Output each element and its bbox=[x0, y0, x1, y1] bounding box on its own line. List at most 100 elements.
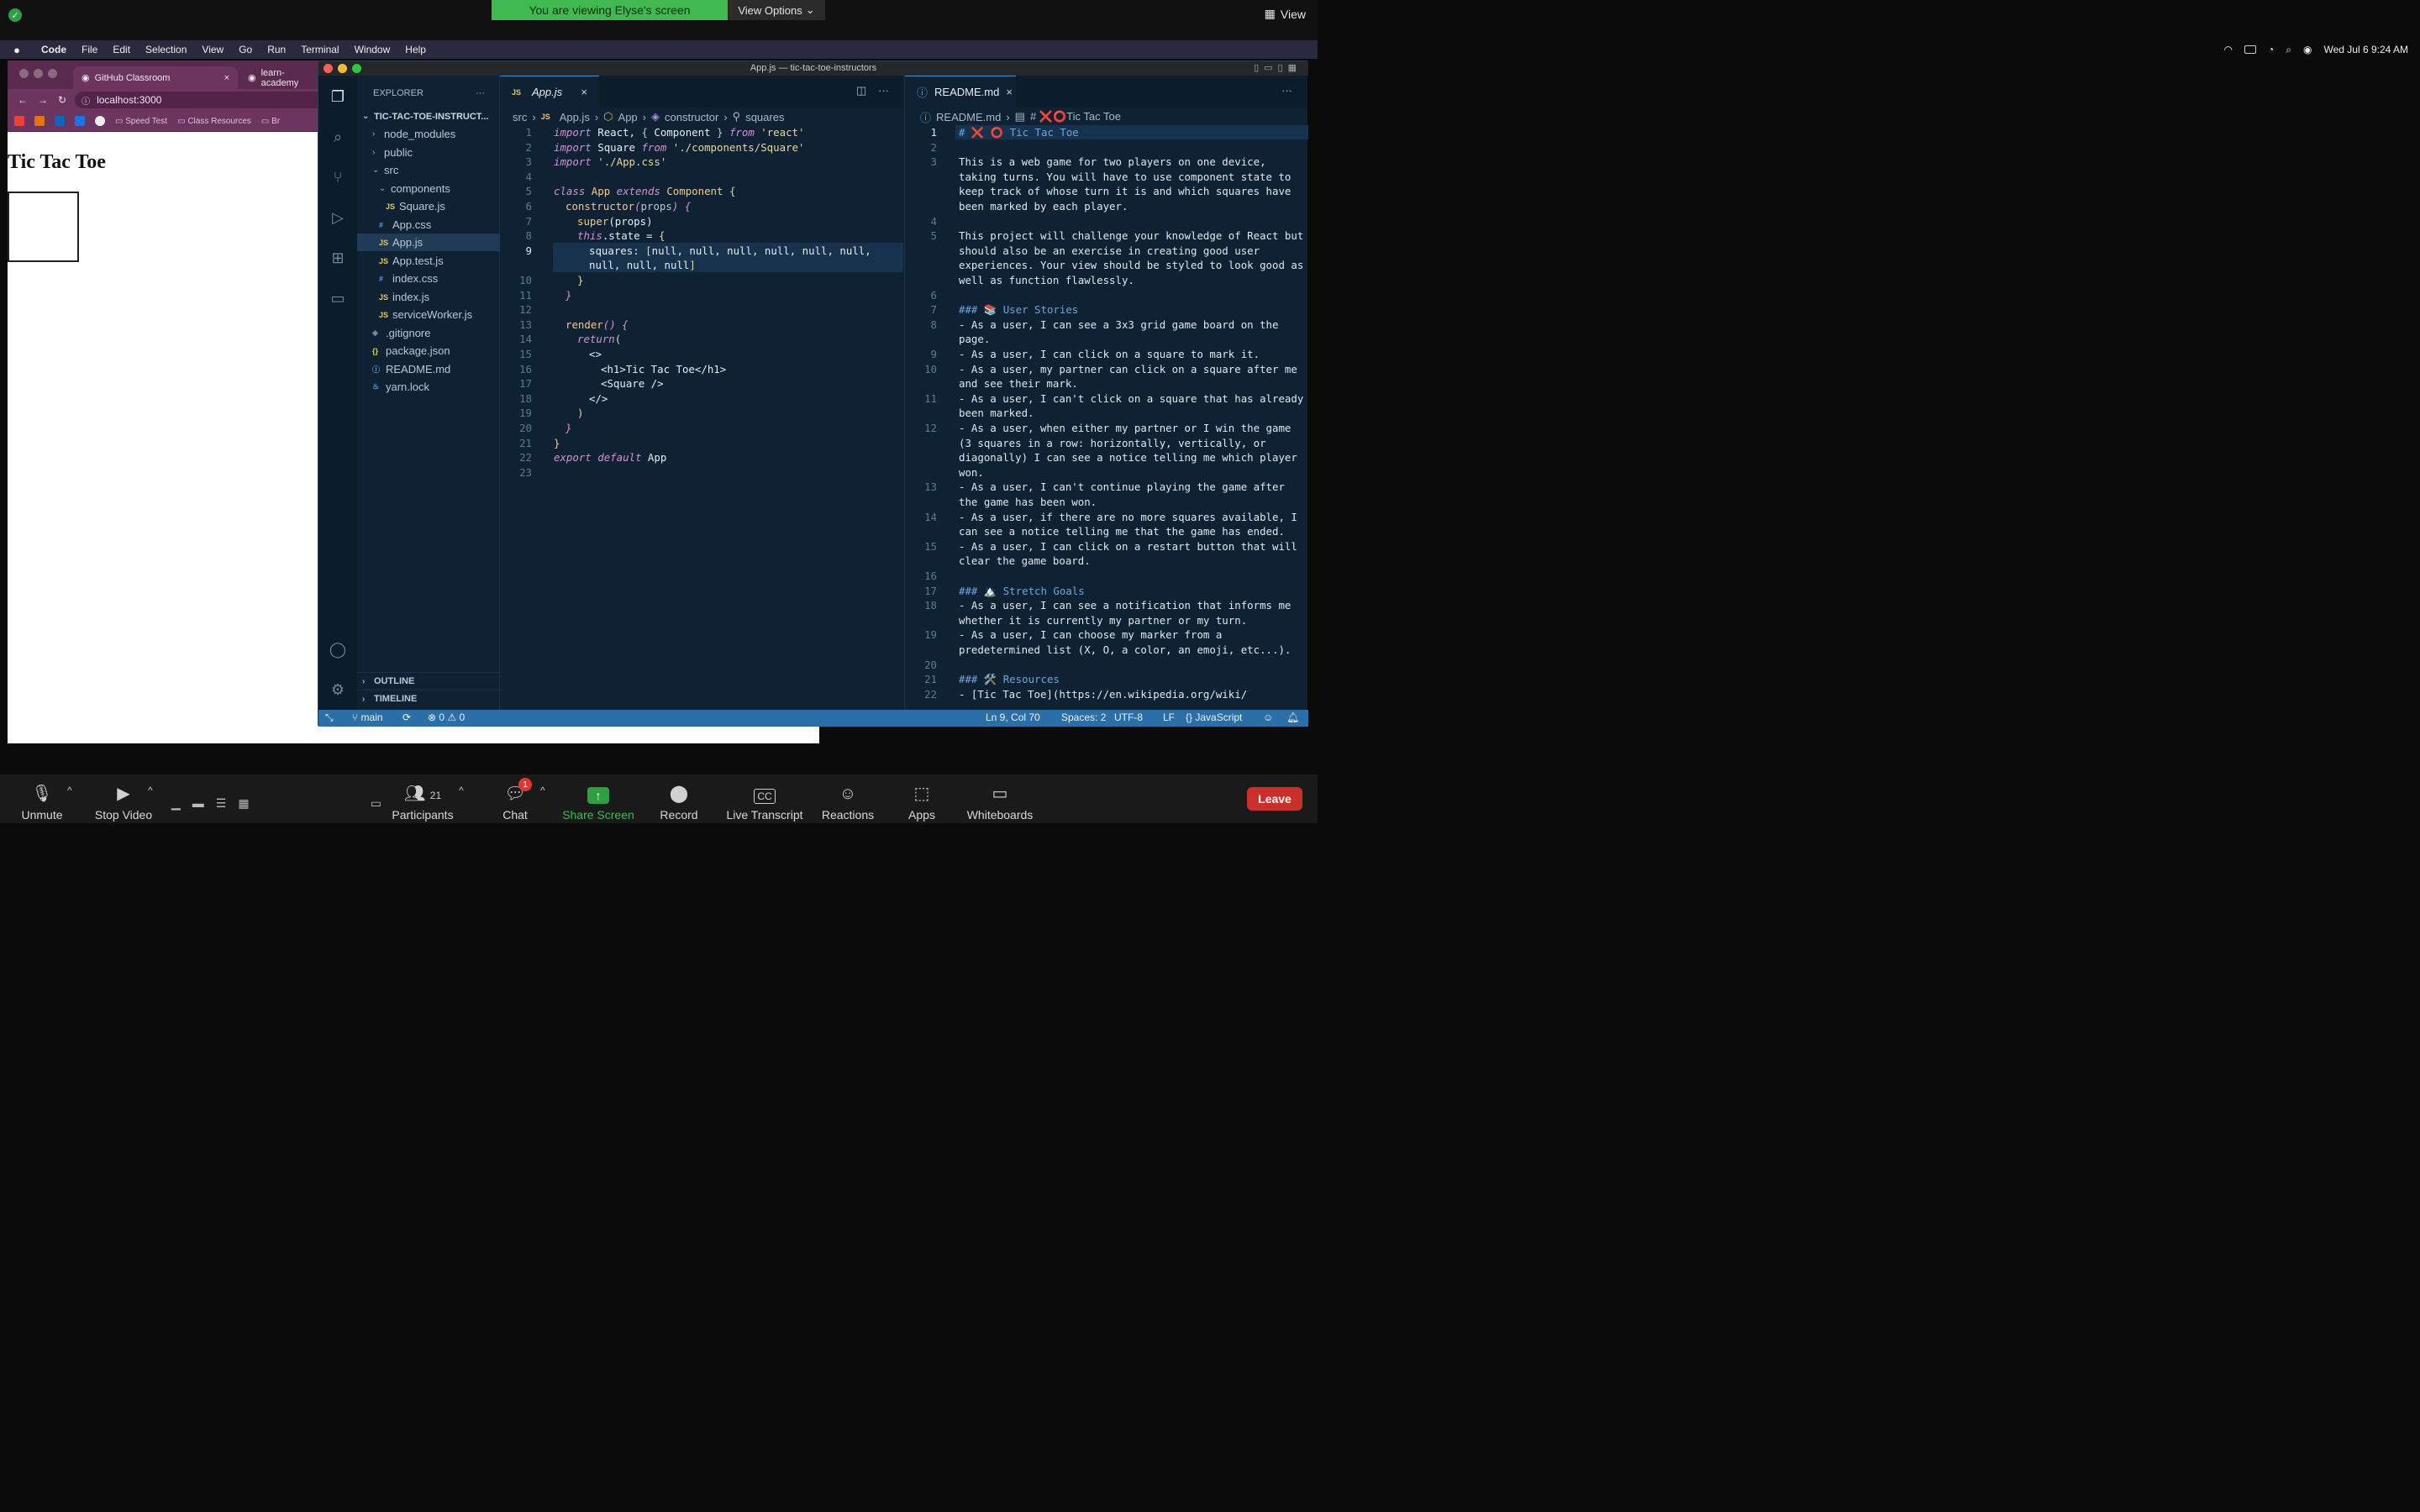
live-transcript-button[interactable]: CC Live Transcript bbox=[721, 778, 808, 822]
bookmark-br[interactable]: ▭ Br bbox=[261, 117, 280, 126]
bookmark-speed-test[interactable]: ▭ Speed Test bbox=[115, 117, 167, 126]
outline-section[interactable]: › OUTLINE bbox=[357, 672, 500, 690]
unmute-button[interactable]: 🎙︎ Unmute bbox=[18, 778, 66, 822]
tree-item-components[interactable]: ⌄ components bbox=[357, 180, 500, 197]
zoom-security-icon[interactable]: ✓ bbox=[8, 8, 22, 22]
close-window-icon[interactable] bbox=[324, 64, 333, 73]
battery-icon[interactable] bbox=[2244, 45, 2257, 54]
reactions-button[interactable]: ☺︎ Reactions bbox=[817, 778, 879, 822]
menu-window[interactable]: Window bbox=[347, 44, 398, 55]
layout-speaker-icon[interactable]: ▬ bbox=[192, 796, 204, 810]
feedback-icon[interactable]: ☺ bbox=[1263, 711, 1273, 723]
forward-arrow-icon[interactable]: → bbox=[38, 94, 48, 106]
participants-button[interactable]: 👥︎ 21 Participants bbox=[387, 778, 459, 822]
view-options-button[interactable]: View Options ⌄ bbox=[728, 0, 825, 20]
explorer-icon[interactable]: ❐ bbox=[327, 86, 349, 108]
breadcrumb-item[interactable]: # ❌⭕Tic Tac Toe bbox=[1030, 110, 1121, 123]
close-window-icon[interactable] bbox=[19, 69, 29, 78]
menubar-datetime[interactable]: Wed Jul 6 9:24 AM bbox=[2324, 44, 2409, 55]
menu-file[interactable]: File bbox=[74, 44, 105, 55]
leave-button[interactable]: Leave bbox=[1247, 787, 1302, 811]
tab-readme-md[interactable]: ⓘ README.md × bbox=[905, 76, 1016, 108]
tree-item-public[interactable]: › public bbox=[357, 144, 500, 161]
close-tab-icon[interactable]: × bbox=[581, 86, 587, 98]
github-icon[interactable] bbox=[95, 116, 105, 126]
spotlight-search-icon[interactable]: ⌕ bbox=[2286, 44, 2291, 56]
menu-selection[interactable]: Selection bbox=[138, 44, 194, 55]
bookmark-g-icon[interactable] bbox=[34, 116, 45, 126]
editor-app-js[interactable]: JS App.js × ◫ ··· src › JS App.js › ⬡ App › ◈… bbox=[500, 76, 903, 717]
language-mode[interactable]: {} JavaScript bbox=[1186, 711, 1242, 723]
zoom-window-icon[interactable] bbox=[352, 64, 361, 73]
more-actions-icon[interactable]: ··· bbox=[878, 84, 889, 97]
apple-icon[interactable]: ● bbox=[0, 44, 34, 56]
tab-app-js[interactable]: JS App.js × bbox=[500, 76, 599, 108]
project-root[interactable]: ⌄ TIC-TAC-TOE-INSTRUCT... bbox=[357, 108, 500, 125]
menu-help[interactable]: Help bbox=[397, 44, 434, 55]
code-area[interactable]: import React, { Component } from 'react'… bbox=[500, 125, 903, 705]
notifications-bell-icon[interactable]: 🔔︎ bbox=[1286, 711, 1299, 723]
tree-item-app-js[interactable]: JS App.js bbox=[357, 234, 500, 251]
share-screen-button[interactable]: ↑ Share Screen bbox=[558, 778, 639, 822]
layout-minimize-icon[interactable]: ▁ bbox=[171, 796, 181, 811]
bookmark-class-resources[interactable]: ▭ Class Resources bbox=[177, 117, 251, 126]
zoom-window-icon[interactable] bbox=[48, 69, 57, 78]
remote-explorer-icon[interactable]: ▭ bbox=[327, 287, 349, 309]
menu-terminal[interactable]: Terminal bbox=[293, 44, 346, 55]
menu-go[interactable]: Go bbox=[231, 44, 260, 55]
tree-item-gitignore[interactable]: ◈ .gitignore bbox=[357, 324, 500, 342]
menu-view[interactable]: View bbox=[194, 44, 231, 55]
line-endings[interactable]: LF bbox=[1163, 711, 1175, 723]
minimize-window-icon[interactable] bbox=[338, 64, 347, 73]
editor-readme-md[interactable]: ⓘ README.md × ··· ⓘ README.md › ▤ # ❌⭕Tic T… bbox=[904, 76, 1308, 717]
accounts-icon[interactable]: ◯ bbox=[327, 638, 349, 660]
reload-icon[interactable]: ↻ bbox=[58, 94, 66, 106]
source-control-icon[interactable]: ⑂ bbox=[327, 166, 349, 188]
address-bar[interactable]: ⓘ localhost:3000 bbox=[75, 92, 328, 108]
tree-item-square-js[interactable]: JS Square.js bbox=[357, 197, 500, 215]
breadcrumb-item[interactable]: README.md bbox=[936, 111, 1001, 123]
menu-run[interactable]: Run bbox=[260, 44, 293, 55]
gmail-icon[interactable] bbox=[14, 116, 24, 126]
layout-list-icon[interactable]: ☰ bbox=[216, 796, 227, 811]
tree-item-index-css[interactable]: # index.css bbox=[357, 270, 500, 287]
remote-indicator-icon[interactable]: ⤡ bbox=[325, 711, 334, 724]
tree-item-node-modules[interactable]: › node_modules bbox=[357, 125, 500, 143]
layout-fullscreen-icon[interactable]: ▭ bbox=[371, 796, 381, 811]
problems-indicator[interactable]: ⊗ 0 ⚠ 0 bbox=[428, 711, 465, 723]
tree-item-readme-md[interactable]: ⓘ README.md bbox=[357, 360, 500, 378]
branch-indicator[interactable]: ⑂ main bbox=[352, 711, 383, 723]
tree-item-app-test-js[interactable]: JS App.test.js bbox=[357, 252, 500, 270]
wifi-icon[interactable]: ◔ bbox=[2268, 44, 2274, 55]
more-actions-icon[interactable]: ··· bbox=[1281, 84, 1292, 97]
settings-gear-icon[interactable]: ⚙ bbox=[327, 679, 349, 701]
indentation[interactable]: Spaces: 2 bbox=[1061, 711, 1106, 723]
tree-item-yarn-lock[interactable]: ♨ yarn.lock bbox=[357, 378, 500, 396]
calendar-icon[interactable] bbox=[75, 116, 85, 126]
record-button[interactable]: ⬤ Record bbox=[654, 778, 704, 822]
breadcrumb-item[interactable]: App.js bbox=[560, 111, 590, 123]
headphones-icon[interactable]: ◠ bbox=[2224, 44, 2233, 55]
breadcrumb-item[interactable]: squares bbox=[745, 111, 784, 123]
run-debug-icon[interactable]: ▷ bbox=[327, 207, 349, 228]
browser-tab-learn-academy[interactable]: ◉ learn-academy bbox=[239, 66, 324, 89]
breadcrumb-item[interactable]: src bbox=[513, 111, 527, 123]
breadcrumb-item[interactable]: App bbox=[618, 111, 638, 123]
tree-item-serviceworker-js[interactable]: JS serviceWorker.js bbox=[357, 306, 500, 323]
chat-chevron-icon[interactable]: ^ bbox=[540, 785, 545, 796]
whiteboards-button[interactable]: ▭ Whiteboards bbox=[963, 778, 1037, 822]
close-tab-icon[interactable]: × bbox=[224, 73, 229, 83]
sync-icon[interactable]: ⟳ bbox=[402, 711, 411, 723]
audio-options-chevron-icon[interactable]: ^ bbox=[67, 785, 72, 796]
markdown-area[interactable]: 1 2 3 4 5 6 7 8 9 10 11 12 13 14 15 16 17 18 19 20 21 22 # ❌ ⭕… bbox=[905, 125, 1308, 705]
participants-chevron-icon[interactable]: ^ bbox=[459, 785, 464, 796]
menu-edit[interactable]: Edit bbox=[105, 44, 138, 55]
close-tab-icon[interactable]: × bbox=[1006, 86, 1013, 98]
minimize-window-icon[interactable] bbox=[34, 69, 43, 78]
back-arrow-icon[interactable]: ← bbox=[18, 94, 28, 106]
layout-toggle-icons[interactable]: ▯▭▯▦ bbox=[1254, 61, 1302, 76]
linkedin-icon[interactable] bbox=[55, 116, 65, 126]
tree-item-package-json[interactable]: {} package.json bbox=[357, 342, 500, 360]
tree-item-app-css[interactable]: # App.css bbox=[357, 216, 500, 234]
tree-item-src[interactable]: ⌄ src bbox=[357, 161, 500, 179]
